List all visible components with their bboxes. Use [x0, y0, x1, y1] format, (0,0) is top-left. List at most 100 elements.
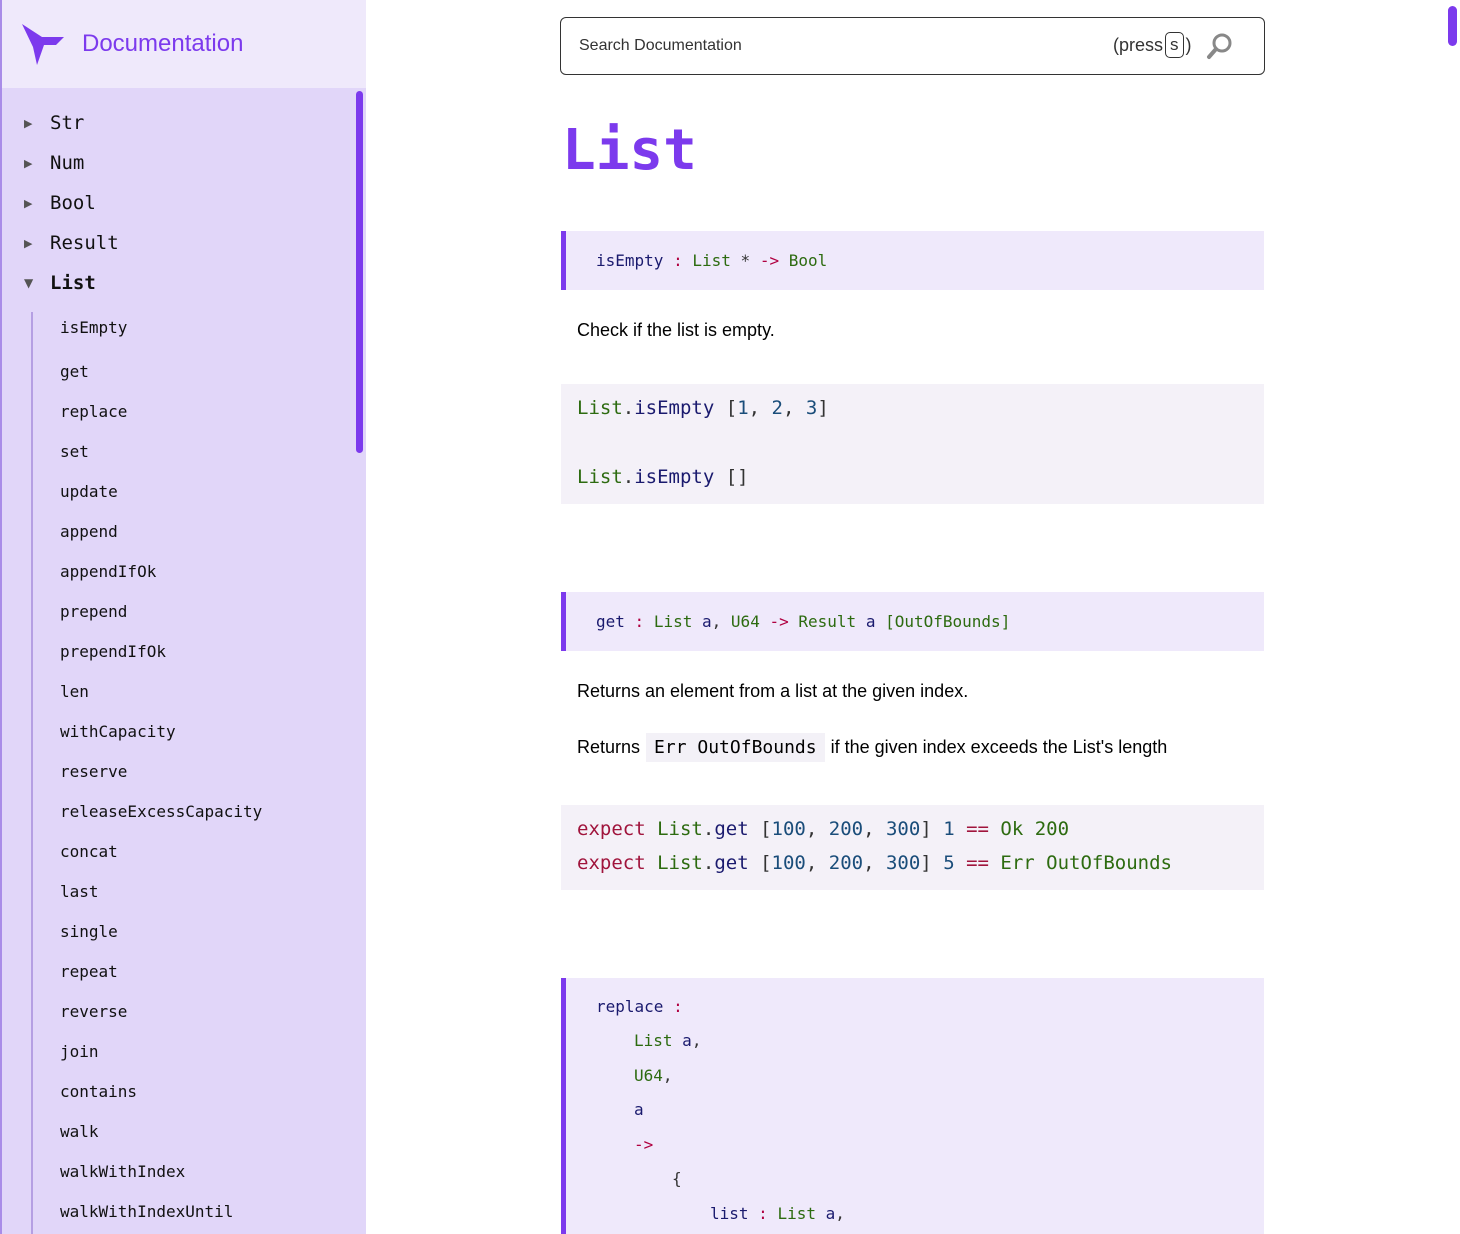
triangle-down-icon: ▼ — [24, 276, 34, 290]
sidebar-scrollbar[interactable] — [356, 91, 363, 453]
list-entries: isEmpty get replace set update append ap… — [31, 312, 351, 1234]
shortcut-key: s — [1165, 32, 1184, 58]
triangle-right-icon: ▶ — [24, 236, 33, 250]
sig-var: a — [702, 611, 712, 631]
sig-name[interactable]: get — [596, 612, 625, 631]
sidebar-module-bool[interactable]: ▶ Bool — [2, 183, 352, 223]
sig-arrow: -> — [634, 1134, 654, 1154]
module-label: List — [50, 272, 96, 294]
desc-text: if the given index exceeds the List's le… — [830, 737, 1168, 757]
sig-tag: [OutOfBounds] — [885, 611, 1011, 631]
sig-colon: : — [673, 996, 683, 1016]
sidebar-entry[interactable]: reverse — [60, 1002, 127, 1021]
sidebar-entry[interactable]: single — [60, 922, 118, 941]
sidebar-module-num[interactable]: ▶ Num — [2, 143, 352, 183]
sidebar-entry[interactable]: join — [60, 1042, 99, 1061]
sig-comma: , — [711, 611, 722, 631]
sig-arrow: -> — [759, 250, 780, 270]
sig-type: U64 — [634, 1065, 663, 1085]
sig-brace: { — [672, 1169, 682, 1189]
sig-var: a — [825, 1203, 836, 1223]
signature-isempty: isEmpty : List * -> Bool — [561, 231, 1264, 290]
triangle-right-icon: ▶ — [24, 156, 33, 170]
triangle-right-icon: ▶ — [24, 196, 33, 210]
sig-type: List — [634, 1031, 673, 1051]
sig-var: a — [682, 1031, 692, 1051]
sig-type: Result — [798, 611, 857, 631]
sig-comma: , — [691, 1031, 702, 1051]
code-line: expect List.get [100, 200, 300] 1 == Ok … — [577, 818, 1070, 840]
sidebar-entry[interactable]: walkWithIndexUntil — [60, 1202, 233, 1221]
sidebar-entry[interactable]: get — [60, 362, 89, 381]
hummingbird-logo-icon[interactable] — [20, 21, 66, 67]
sig-type: List — [692, 250, 731, 270]
isempty-example: List.isEmpty [1, 2, 3] List.isEmpty [] — [561, 384, 1264, 504]
get-description: Returns an element from a list at the gi… — [577, 681, 969, 701]
search-icon[interactable] — [1206, 32, 1234, 60]
triangle-right-icon: ▶ — [24, 116, 33, 130]
sig-var: a — [865, 611, 876, 631]
sidebar-entry[interactable]: prependIfOk — [60, 642, 166, 661]
press-label: (press — [1113, 34, 1164, 55]
page-scrollbar[interactable] — [1448, 6, 1457, 46]
sig-name[interactable]: isEmpty — [596, 251, 663, 270]
sig-star: * — [740, 250, 751, 270]
module-label: Num — [50, 152, 85, 174]
sig-type: U64 — [730, 611, 760, 631]
module-label: Bool — [50, 192, 96, 214]
sidebar-entry[interactable]: prepend — [60, 602, 127, 621]
sig-comma: , — [662, 1065, 673, 1085]
sig-colon: : — [634, 611, 645, 631]
code-line: List.isEmpty [] — [577, 466, 749, 488]
sidebar-module-str[interactable]: ▶ Str — [2, 103, 352, 143]
desc-text: Returns — [577, 737, 641, 757]
sidebar-entry[interactable]: walk — [60, 1122, 99, 1141]
sig-colon: : — [673, 250, 683, 270]
sig-name[interactable]: replace — [596, 997, 663, 1016]
sidebar-entry[interactable]: set — [60, 442, 89, 461]
sidebar-entry[interactable]: withCapacity — [60, 722, 176, 741]
sidebar-header: Documentation — [2, 0, 366, 88]
search-box: (press s ) — [560, 17, 1265, 75]
sig-type: List — [653, 611, 693, 631]
sig-arrow: -> — [769, 611, 789, 631]
sidebar-entry[interactable]: update — [60, 482, 118, 501]
sidebar-module-result[interactable]: ▶ Result — [2, 223, 352, 263]
search-input[interactable] — [579, 37, 1099, 55]
search-shortcut-hint: (press s ) — [1113, 32, 1192, 58]
sidebar-entry[interactable]: len — [60, 682, 89, 701]
inline-code: Err OutOfBounds — [646, 733, 825, 762]
press-close: ) — [1185, 34, 1192, 55]
signature-get: get : List a, U64 -> Result a [OutOfBoun… — [561, 592, 1264, 651]
sig-var: a — [634, 1100, 644, 1120]
sidebar-entry[interactable]: appendIfOk — [60, 562, 156, 581]
sidebar-entry[interactable]: concat — [60, 842, 118, 861]
get-example: expect List.get [100, 200, 300] 1 == Ok … — [561, 805, 1264, 890]
sidebar-entry[interactable]: last — [60, 882, 99, 901]
sig-comma: , — [835, 1203, 845, 1223]
sidebar-entry[interactable]: append — [60, 522, 118, 541]
isempty-description: Check if the list is empty. — [577, 320, 775, 340]
sidebar-entry[interactable]: repeat — [60, 962, 118, 981]
module-list: ▶ Str ▶ Num ▶ Bool ▶ Result ▼ List — [2, 103, 352, 303]
brand-title[interactable]: Documentation — [82, 30, 243, 58]
code-line: List.isEmpty [1, 2, 3] — [577, 397, 829, 419]
sig-field: list — [710, 1203, 749, 1223]
sig-type: List — [777, 1203, 816, 1223]
page-title: List — [562, 118, 697, 183]
sidebar-entry[interactable]: releaseExcessCapacity — [60, 802, 262, 821]
module-label: Result — [50, 232, 119, 254]
module-label: Str — [50, 112, 85, 134]
sidebar-entry[interactable]: replace — [60, 402, 127, 421]
get-description-2: Returns Err OutOfBounds if the given index… — [577, 733, 1167, 762]
sidebar-entry[interactable]: isEmpty — [60, 318, 127, 337]
sidebar-entry[interactable]: contains — [60, 1082, 137, 1101]
signature-replace: replace : List a, U64, a -> { list : Lis… — [561, 978, 1264, 1234]
code-line: expect List.get [100, 200, 300] 5 == Err… — [577, 852, 1172, 874]
sig-return-type: Bool — [788, 250, 828, 270]
sidebar-module-list[interactable]: ▼ List — [2, 263, 352, 303]
sidebar-entry[interactable]: walkWithIndex — [60, 1162, 185, 1181]
sidebar-entry[interactable]: reserve — [60, 762, 127, 781]
sig-colon: : — [758, 1203, 768, 1223]
sidebar: Documentation ▶ Str ▶ Num ▶ Bool ▶ Result ▼ L… — [0, 0, 366, 1234]
